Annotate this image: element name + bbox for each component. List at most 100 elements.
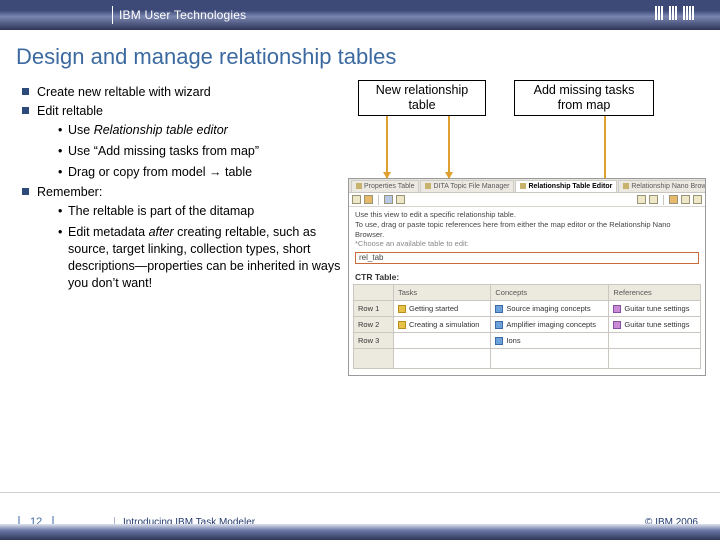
bullet-3-sub: • The reltable is part of the ditamap • … — [40, 203, 344, 291]
bullet-2c-text: Drag or copy from model → table — [68, 164, 252, 181]
table-select-dropdown[interactable]: rel_tab — [355, 252, 699, 264]
bullet-2b: • Use “Add missing tasks from map” — [58, 143, 344, 160]
col-blank — [354, 285, 394, 301]
instr-available: *Choose an available table to edit: — [355, 239, 699, 249]
bullet-2-text: Edit reltable — [37, 103, 103, 120]
cell-tasks-3[interactable] — [394, 333, 491, 349]
table-header-row: Tasks Concepts References — [354, 285, 701, 301]
concept-icon — [495, 305, 503, 313]
toolbar-icon[interactable] — [693, 195, 702, 204]
col-concepts: Concepts — [491, 285, 609, 301]
toolbar-icon[interactable] — [649, 195, 658, 204]
editor-screenshot: Properties Table DITA Topic File Manager… — [348, 178, 706, 376]
new-reltable-icon[interactable] — [352, 195, 361, 204]
square-bullet-icon — [22, 107, 29, 114]
editor-toolbar — [349, 193, 705, 207]
toolbar-separator — [663, 195, 664, 205]
toolbar-icon[interactable] — [396, 195, 405, 204]
cell-refs-1[interactable]: Guitar tune settings — [609, 301, 701, 317]
bullet-3b: • Edit metadata after creating reltable,… — [58, 224, 344, 292]
footer-gradient — [0, 524, 720, 540]
concept-icon — [495, 321, 503, 329]
toolbar-icon[interactable] — [637, 195, 646, 204]
toolbar-separator — [378, 195, 379, 205]
table-row — [354, 349, 701, 369]
cell-refs-3[interactable] — [609, 333, 701, 349]
square-bullet-icon — [22, 88, 29, 95]
table-row: Row 1 Getting started Source imaging con… — [354, 301, 701, 317]
toolbar-icon[interactable] — [681, 195, 690, 204]
grid-title: CTR Table: — [349, 268, 705, 284]
arrow-icon — [386, 116, 388, 178]
table-row: Row 3 Ions — [354, 333, 701, 349]
reference-icon — [613, 321, 621, 329]
col-tasks: Tasks — [394, 285, 491, 301]
slide-footer: 12 Introducing IBM Task Modeler © IBM 20… — [0, 492, 720, 540]
bullet-1-text: Create new reltable with wizard — [37, 84, 211, 101]
cell-concepts-3[interactable]: Ions — [491, 333, 609, 349]
row-1-header: Row 1 — [354, 301, 394, 317]
row-2-header: Row 2 — [354, 317, 394, 333]
add-missing-tasks-icon[interactable] — [669, 195, 678, 204]
task-icon — [398, 321, 406, 329]
tab-properties[interactable]: Properties Table — [351, 180, 419, 192]
callout-1-line-2: table — [367, 98, 477, 113]
callout-2-line-1: Add missing tasks — [523, 83, 645, 98]
editor-tabs: Properties Table DITA Topic File Manager… — [349, 179, 705, 193]
cell-refs-2[interactable]: Guitar tune settings — [609, 317, 701, 333]
callouts-row: New relationship table Add missing tasks… — [358, 80, 720, 116]
header-org: IBM User Technologies — [119, 8, 246, 22]
tab-icon — [425, 183, 431, 189]
task-icon — [398, 305, 406, 313]
callout-new-reltable: New relationship table — [358, 80, 486, 116]
square-bullet-icon — [22, 188, 29, 195]
col-references: References — [609, 285, 701, 301]
arrow-icon — [604, 116, 606, 186]
callout-2-line-2: from map — [523, 98, 645, 113]
header-bar: IBM User Technologies — [0, 0, 720, 30]
reference-icon — [613, 305, 621, 313]
tab-icon — [520, 183, 526, 189]
slide-body: Create new reltable with wizard Edit rel… — [0, 78, 720, 296]
tab-nano-browser[interactable]: Relationship Nano Browser — [618, 180, 705, 192]
bullet-1: Create new reltable with wizard — [22, 84, 344, 101]
bullet-2c: • Drag or copy from model → table — [58, 164, 344, 181]
bullet-2b-text: Use “Add missing tasks from map” — [68, 143, 259, 160]
bullet-2a-em: Relationship table editor — [94, 123, 228, 137]
toolbar-icon[interactable] — [364, 195, 373, 204]
tab-dita-manager[interactable]: DITA Topic File Manager — [420, 180, 514, 192]
bullet-3b-pre: Edit metadata — [68, 225, 149, 239]
bullet-3a: • The reltable is part of the ditamap — [58, 203, 344, 220]
bullet-column: Create new reltable with wizard Edit rel… — [0, 78, 348, 296]
toolbar-icon[interactable] — [384, 195, 393, 204]
cell-concepts-2[interactable]: Amplifier imaging concepts — [491, 317, 609, 333]
bullet-3: Remember: — [22, 184, 344, 201]
bullet-3-text: Remember: — [37, 184, 102, 201]
cell-tasks-1[interactable]: Getting started — [394, 301, 491, 317]
tab-icon — [623, 183, 629, 189]
bullet-2a: • Use Relationship table editor — [58, 122, 344, 139]
bullet-3a-text: The reltable is part of the ditamap — [68, 203, 254, 220]
slide-title: Design and manage relationship tables — [0, 30, 720, 78]
concept-icon — [495, 337, 503, 345]
bullet-2: Edit reltable — [22, 103, 344, 120]
callout-1-line-1: New relationship — [367, 83, 477, 98]
arrow-icon — [448, 116, 450, 178]
editor-instructions: Use this view to edit a specific relatio… — [349, 207, 705, 252]
reltable-grid: Tasks Concepts References Row 1 Getting … — [349, 284, 705, 375]
instr-line-2: To use, drag or paste topic references h… — [355, 220, 699, 240]
reltable: Tasks Concepts References Row 1 Getting … — [353, 284, 701, 369]
tab-icon — [356, 183, 362, 189]
right-column: New relationship table Add missing tasks… — [348, 78, 720, 296]
ibm-logo-icon — [655, 6, 694, 20]
table-row: Row 2 Creating a simulation Amplifier im… — [354, 317, 701, 333]
callout-add-missing: Add missing tasks from map — [514, 80, 654, 116]
row-3-header: Row 3 — [354, 333, 394, 349]
instr-line-1: Use this view to edit a specific relatio… — [355, 210, 699, 220]
cell-concepts-1[interactable]: Source imaging concepts — [491, 301, 609, 317]
table-select-row: rel_tab — [349, 252, 705, 268]
header-divider — [112, 6, 113, 24]
bullet-2-sub: • Use Relationship table editor • Use “A… — [40, 122, 344, 181]
tab-reltable-editor[interactable]: Relationship Table Editor — [515, 180, 617, 192]
cell-tasks-2[interactable]: Creating a simulation — [394, 317, 491, 333]
